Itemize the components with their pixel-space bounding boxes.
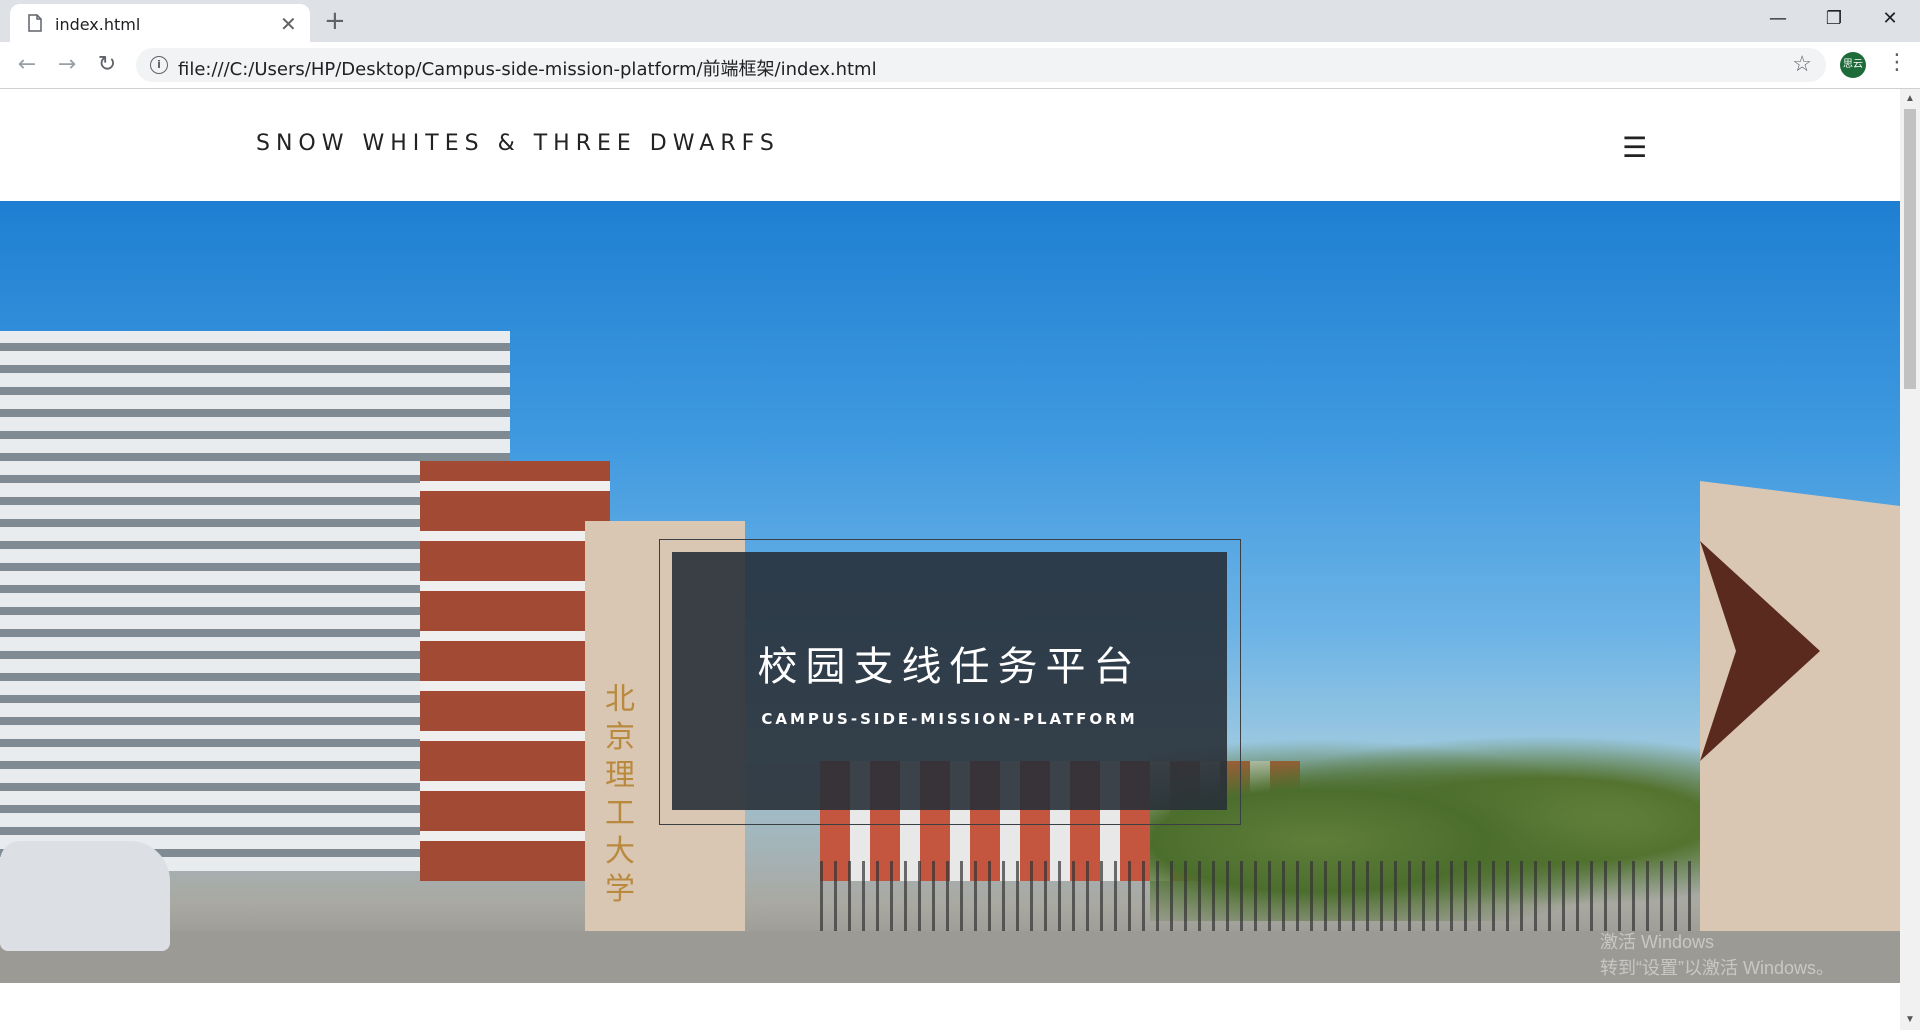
site-brand[interactable]: SNOW WHITES & THREE DWARFS	[256, 131, 780, 156]
hero-fence	[820, 861, 1720, 931]
hero-title: 校园支线任务平台	[757, 644, 1142, 690]
tab-title: index.html	[55, 15, 141, 34]
browser-toolbar: ← → ↻ i file:///C:/Users/HP/Desktop/Camp…	[0, 42, 1920, 89]
watermark-line1: 激活 Windows	[1600, 932, 1715, 952]
new-tab-button[interactable]: +	[324, 6, 346, 36]
hero-van	[0, 841, 170, 951]
close-window-button[interactable]: ✕	[1870, 8, 1910, 34]
scroll-down-arrow-icon[interactable]: ▼	[1905, 1014, 1915, 1025]
hero-brick-building	[420, 461, 610, 881]
hero-title-box: 校园支线任务平台 CAMPUS-SIDE-MISSION-PLATFORM	[672, 552, 1227, 810]
hero-banner: 北京理工大学 校园支线任务平台 CAMPUS-SIDE-MISSION-PLAT…	[0, 201, 1900, 983]
scroll-up-arrow-icon[interactable]: ▲	[1905, 93, 1915, 104]
watermark-line2: 转到“设置”以激活 Windows。	[1600, 958, 1835, 978]
page-content: SNOW WHITES & THREE DWARFS ☰ 北京理工大学 校园支线…	[0, 89, 1900, 1030]
hero-subtitle: CAMPUS-SIDE-MISSION-PLATFORM	[761, 710, 1138, 728]
close-tab-icon[interactable]: ✕	[280, 12, 297, 37]
gate-sign-text: 北京理工大学	[605, 682, 635, 907]
activation-watermark: 激活 Windows 转到“设置”以激活 Windows。	[1600, 929, 1834, 981]
scroll-thumb[interactable]	[1904, 109, 1916, 389]
back-button[interactable]: ←	[14, 52, 40, 78]
browser-menu-icon[interactable]: ⋮	[1886, 50, 1908, 75]
bookmark-star-icon[interactable]: ☆	[1792, 51, 1812, 77]
hamburger-menu-icon[interactable]: ☰	[1622, 131, 1647, 164]
minimize-button[interactable]: —	[1758, 8, 1798, 34]
document-icon	[28, 14, 42, 32]
url-text[interactable]: file:///C:/Users/HP/Desktop/Campus-side-…	[178, 55, 877, 81]
info-icon[interactable]: i	[150, 56, 168, 74]
address-bar[interactable]: i file:///C:/Users/HP/Desktop/Campus-sid…	[136, 48, 1826, 82]
tab-index[interactable]: index.html ✕	[10, 4, 310, 42]
reload-button[interactable]: ↻	[94, 52, 120, 78]
page-scrollbar[interactable]: ▲ ▼	[1900, 89, 1920, 1030]
restore-button[interactable]: ❐	[1814, 8, 1854, 34]
forward-button[interactable]: →	[54, 52, 80, 78]
tab-strip: index.html ✕ + — ❐ ✕	[0, 0, 1920, 42]
profile-avatar[interactable]: 思云	[1840, 52, 1866, 78]
site-header: SNOW WHITES & THREE DWARFS ☰	[0, 89, 1900, 201]
